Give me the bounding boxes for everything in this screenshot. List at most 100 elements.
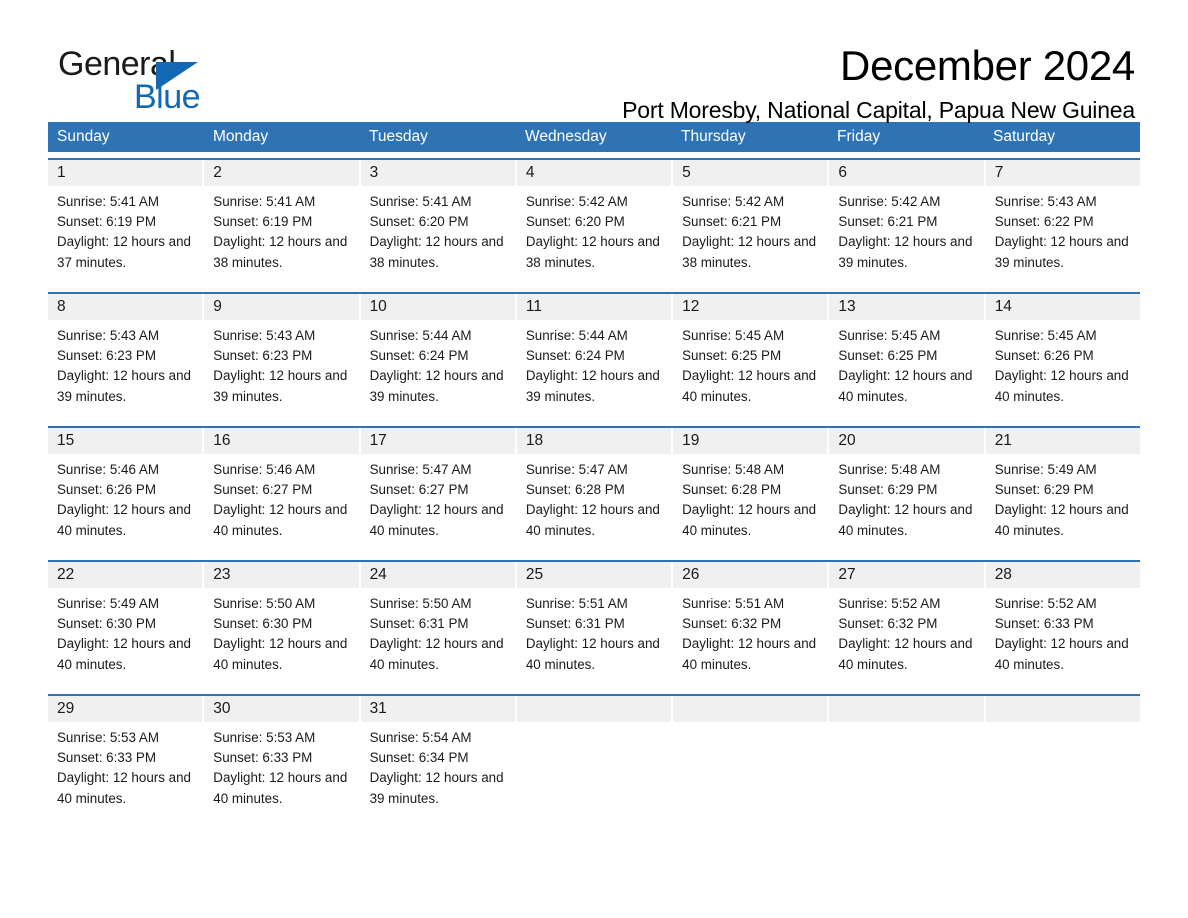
day-cell[interactable]: Sunrise: 5:44 AM Sunset: 6:24 PM Dayligh… xyxy=(517,320,671,420)
day-cell[interactable]: Sunrise: 5:47 AM Sunset: 6:27 PM Dayligh… xyxy=(361,454,515,554)
day-number[interactable]: 22 xyxy=(48,562,203,588)
day-number[interactable]: 11 xyxy=(516,294,672,320)
generalblue-logo[interactable]: General Blue xyxy=(58,46,318,116)
sunset-text: Sunset: 6:23 PM xyxy=(57,348,156,364)
sunrise-text: Sunrise: 5:44 AM xyxy=(369,328,472,343)
day-cell[interactable]: Sunrise: 5:45 AM Sunset: 6:26 PM Dayligh… xyxy=(986,320,1140,420)
day-cell[interactable]: Sunrise: 5:48 AM Sunset: 6:28 PM Dayligh… xyxy=(673,454,827,554)
day-cell[interactable]: Sunrise: 5:52 AM Sunset: 6:33 PM Dayligh… xyxy=(986,588,1140,688)
weekday-header-wednesday: Wednesday xyxy=(525,128,607,145)
day-number[interactable]: 30 xyxy=(204,696,359,722)
day-info-row: Sunrise: 5:49 AM Sunset: 6:30 PM Dayligh… xyxy=(48,588,1140,688)
day-number[interactable]: 29 xyxy=(48,696,203,722)
day-number[interactable]: 24 xyxy=(360,562,515,588)
day-number[interactable]: 14 xyxy=(985,294,1140,320)
day-number[interactable]: 26 xyxy=(673,562,828,588)
sunset-text: Sunset: 6:31 PM xyxy=(369,616,469,632)
daylight-text: Daylight: 12 hours and 40 minutes. xyxy=(994,368,1129,404)
sunset-text: Sunset: 6:29 PM xyxy=(838,482,938,498)
sunrise-text: Sunrise: 5:45 AM xyxy=(838,328,941,343)
day-cell[interactable]: Sunrise: 5:45 AM Sunset: 6:25 PM Dayligh… xyxy=(673,320,827,420)
day-cell[interactable]: Sunrise: 5:48 AM Sunset: 6:29 PM Dayligh… xyxy=(829,454,983,554)
day-cell[interactable]: Sunrise: 5:51 AM Sunset: 6:31 PM Dayligh… xyxy=(517,588,671,688)
daylight-text: Daylight: 12 hours and 38 minutes. xyxy=(682,234,817,270)
sunrise-text: Sunrise: 5:44 AM xyxy=(525,328,628,343)
day-cell[interactable]: Sunrise: 5:52 AM Sunset: 6:32 PM Dayligh… xyxy=(829,588,983,688)
sunrise-text: Sunrise: 5:42 AM xyxy=(838,194,941,209)
day-cell[interactable]: Sunrise: 5:41 AM Sunset: 6:20 PM Dayligh… xyxy=(361,186,515,286)
day-number[interactable]: 16 xyxy=(204,428,359,454)
day-cell[interactable]: Sunrise: 5:43 AM Sunset: 6:23 PM Dayligh… xyxy=(204,320,358,420)
day-cell[interactable]: Sunrise: 5:42 AM Sunset: 6:21 PM Dayligh… xyxy=(829,186,983,286)
day-number[interactable]: 7 xyxy=(985,160,1140,186)
daylight-text: Daylight: 12 hours and 39 minutes. xyxy=(369,770,504,806)
daylight-text: Daylight: 12 hours and 40 minutes. xyxy=(57,770,191,806)
day-cell[interactable]: Sunrise: 5:50 AM Sunset: 6:30 PM Dayligh… xyxy=(204,588,358,688)
day-cell[interactable]: Sunrise: 5:43 AM Sunset: 6:23 PM Dayligh… xyxy=(48,320,202,420)
day-number[interactable]: 25 xyxy=(516,562,672,588)
day-cell[interactable]: Sunrise: 5:49 AM Sunset: 6:29 PM Dayligh… xyxy=(986,454,1140,554)
sunrise-text: Sunrise: 5:45 AM xyxy=(994,328,1097,343)
day-cell[interactable]: Sunrise: 5:43 AM Sunset: 6:22 PM Dayligh… xyxy=(986,186,1140,286)
day-number[interactable]: 21 xyxy=(985,428,1140,454)
day-cell[interactable]: Sunrise: 5:50 AM Sunset: 6:31 PM Dayligh… xyxy=(361,588,515,688)
day-number[interactable]: 6 xyxy=(829,160,984,186)
day-cell[interactable]: Sunrise: 5:53 AM Sunset: 6:33 PM Dayligh… xyxy=(48,722,202,822)
day-number[interactable]: 17 xyxy=(360,428,515,454)
day-cell[interactable]: Sunrise: 5:45 AM Sunset: 6:25 PM Dayligh… xyxy=(829,320,983,420)
day-number[interactable]: 19 xyxy=(673,428,828,454)
day-cell[interactable]: Sunrise: 5:42 AM Sunset: 6:20 PM Dayligh… xyxy=(517,186,671,286)
sunset-text: Sunset: 6:28 PM xyxy=(682,482,782,498)
day-cell[interactable]: Sunrise: 5:41 AM Sunset: 6:19 PM Dayligh… xyxy=(204,186,358,286)
sunset-text: Sunset: 6:22 PM xyxy=(994,214,1094,230)
sunrise-text: Sunrise: 5:45 AM xyxy=(682,328,785,343)
day-cell-empty xyxy=(673,722,827,822)
sunrise-text: Sunrise: 5:52 AM xyxy=(838,596,941,611)
sunrise-text: Sunrise: 5:49 AM xyxy=(994,462,1097,477)
daylight-text: Daylight: 12 hours and 38 minutes. xyxy=(525,234,660,270)
day-number[interactable]: 8 xyxy=(48,294,203,320)
day-cell[interactable]: Sunrise: 5:51 AM Sunset: 6:32 PM Dayligh… xyxy=(673,588,827,688)
day-cell[interactable]: Sunrise: 5:46 AM Sunset: 6:27 PM Dayligh… xyxy=(204,454,358,554)
weekday-header-thursday: Thursday xyxy=(681,128,746,145)
day-number[interactable]: 3 xyxy=(360,160,515,186)
day-number[interactable]: 18 xyxy=(516,428,672,454)
day-number[interactable]: 15 xyxy=(48,428,203,454)
day-number[interactable]: 2 xyxy=(204,160,359,186)
day-number[interactable]: 31 xyxy=(360,696,515,722)
day-info-row: Sunrise: 5:53 AM Sunset: 6:33 PM Dayligh… xyxy=(48,722,1140,822)
day-cell[interactable]: Sunrise: 5:54 AM Sunset: 6:34 PM Dayligh… xyxy=(361,722,515,822)
week-row: 29 30 31 Sunrise: 5:53 AM Sunset: 6:33 P… xyxy=(48,694,1140,822)
weekday-header-monday: Monday xyxy=(213,128,269,145)
day-info-row: Sunrise: 5:43 AM Sunset: 6:23 PM Dayligh… xyxy=(48,320,1140,420)
day-number[interactable]: 27 xyxy=(829,562,984,588)
day-cell[interactable]: Sunrise: 5:42 AM Sunset: 6:21 PM Dayligh… xyxy=(673,186,827,286)
day-cell[interactable]: Sunrise: 5:44 AM Sunset: 6:24 PM Dayligh… xyxy=(361,320,515,420)
sunset-text: Sunset: 6:20 PM xyxy=(369,214,469,230)
day-number[interactable]: 23 xyxy=(204,562,359,588)
day-number[interactable]: 13 xyxy=(829,294,984,320)
daylight-text: Daylight: 12 hours and 40 minutes. xyxy=(838,368,973,404)
weekday-header-row: Sunday Monday Tuesday Wednesday Thursday… xyxy=(48,122,1140,152)
sunset-text: Sunset: 6:33 PM xyxy=(213,750,313,766)
day-cell[interactable]: Sunrise: 5:53 AM Sunset: 6:33 PM Dayligh… xyxy=(204,722,358,822)
day-number[interactable]: 4 xyxy=(516,160,672,186)
day-cell[interactable]: Sunrise: 5:47 AM Sunset: 6:28 PM Dayligh… xyxy=(517,454,671,554)
day-number[interactable]: 20 xyxy=(829,428,984,454)
day-cell[interactable]: Sunrise: 5:46 AM Sunset: 6:26 PM Dayligh… xyxy=(48,454,202,554)
weekday-header-tuesday: Tuesday xyxy=(369,128,428,145)
day-cell[interactable]: Sunrise: 5:49 AM Sunset: 6:30 PM Dayligh… xyxy=(48,588,202,688)
day-number[interactable]: 9 xyxy=(204,294,359,320)
day-number[interactable]: 10 xyxy=(360,294,515,320)
day-number[interactable]: 12 xyxy=(673,294,828,320)
day-number-empty xyxy=(673,696,828,722)
sunset-text: Sunset: 6:25 PM xyxy=(838,348,938,364)
day-number[interactable]: 28 xyxy=(985,562,1140,588)
day-number[interactable]: 1 xyxy=(48,160,203,186)
day-cell[interactable]: Sunrise: 5:41 AM Sunset: 6:19 PM Dayligh… xyxy=(48,186,202,286)
day-number[interactable]: 5 xyxy=(673,160,828,186)
sunrise-text: Sunrise: 5:50 AM xyxy=(213,596,316,611)
daylight-text: Daylight: 12 hours and 40 minutes. xyxy=(682,502,817,538)
day-number-empty xyxy=(829,696,984,722)
sunset-text: Sunset: 6:27 PM xyxy=(213,482,313,498)
